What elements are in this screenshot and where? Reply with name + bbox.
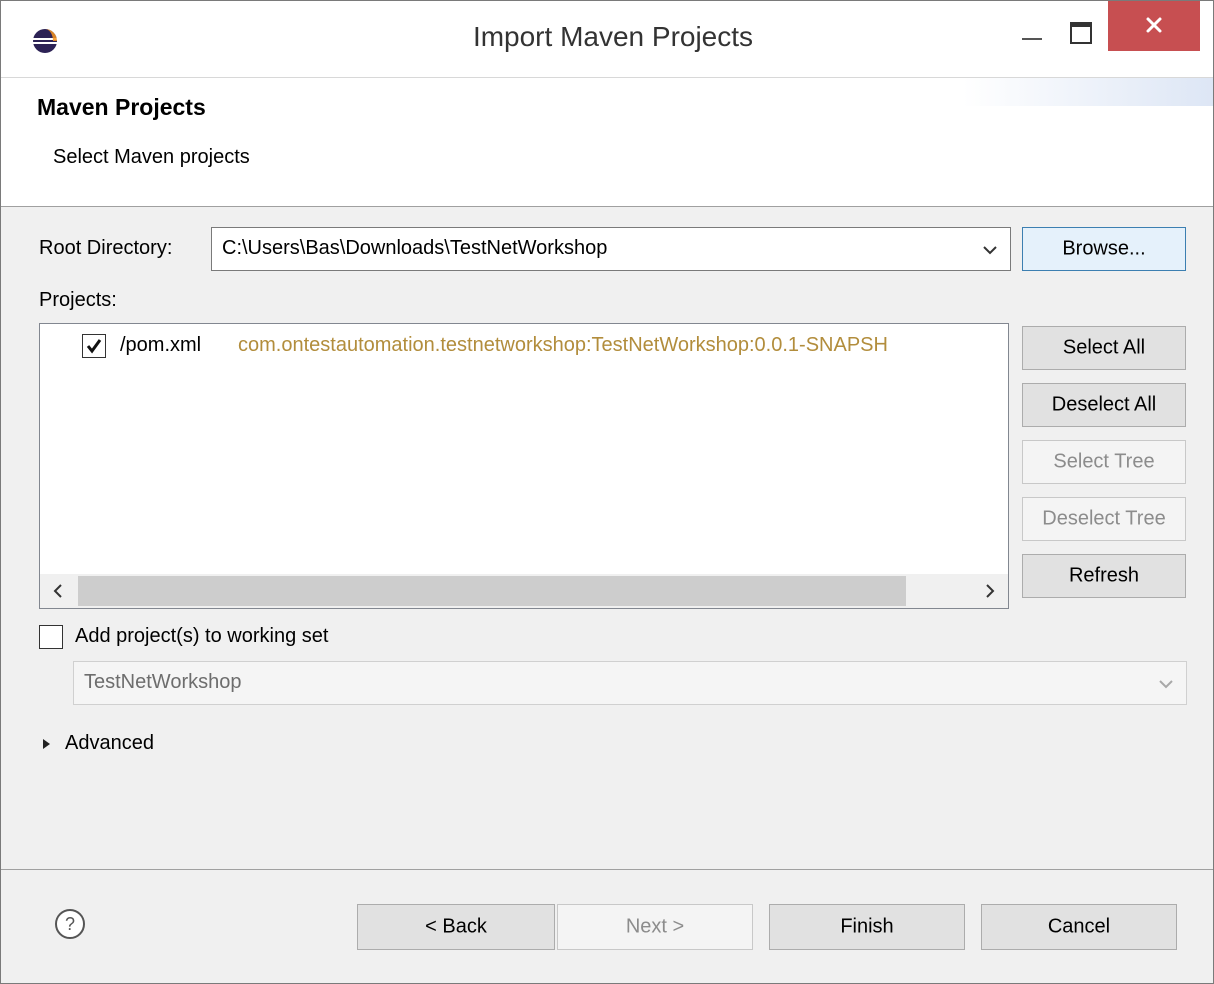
expand-triangle-icon[interactable] [41, 737, 53, 751]
next-label: Next > [625, 915, 685, 938]
root-directory-label: Root Directory: [39, 237, 173, 259]
deselect-tree-button[interactable]: Deselect Tree [1022, 497, 1186, 541]
deselect-tree-label: Deselect Tree [1042, 507, 1166, 530]
header-banner-graphic [963, 78, 1213, 106]
finish-button[interactable]: Finish [769, 904, 965, 950]
page-title: Maven Projects [37, 94, 206, 120]
refresh-label: Refresh [1068, 564, 1140, 587]
finish-label: Finish [840, 915, 894, 938]
next-button[interactable]: Next > [557, 904, 753, 950]
scroll-left-icon[interactable] [52, 583, 64, 599]
select-tree-label: Select Tree [1053, 450, 1155, 473]
svg-text:?: ? [65, 914, 75, 934]
project-name[interactable]: /pom.xml [120, 334, 201, 357]
wizard-header: Maven Projects Select Maven projects [1, 77, 1213, 207]
close-icon [1146, 17, 1162, 33]
working-set-combo[interactable]: TestNetWorkshop [73, 661, 1187, 705]
chevron-down-icon [1159, 680, 1173, 689]
import-maven-projects-dialog: Import Maven Projects Maven Projects Sel… [0, 0, 1214, 984]
working-set-checkbox[interactable] [39, 625, 63, 649]
root-directory-combo[interactable]: C:\Users\Bas\Downloads\TestNetWorkshop [211, 227, 1011, 271]
maximize-icon[interactable] [1061, 17, 1101, 51]
select-tree-button[interactable]: Select Tree [1022, 440, 1186, 484]
advanced-section-toggle[interactable]: Advanced [65, 732, 154, 755]
working-set-label[interactable]: Add project(s) to working set [75, 625, 328, 648]
projects-label: Projects: [39, 289, 117, 311]
checkmark-icon [86, 339, 102, 354]
back-button[interactable]: < Back [357, 904, 555, 950]
project-checkbox[interactable] [82, 334, 106, 358]
root-directory-value: C:\Users\Bas\Downloads\TestNetWorkshop [222, 237, 608, 259]
cancel-label: Cancel [1047, 915, 1111, 938]
help-icon[interactable]: ? [53, 907, 87, 941]
title-bar: Import Maven Projects [1, 1, 1213, 77]
select-all-label: Select All [1062, 336, 1146, 359]
select-all-button[interactable]: Select All [1022, 326, 1186, 370]
cancel-button[interactable]: Cancel [981, 904, 1177, 950]
projects-tree[interactable]: /pom.xml com.ontestautomation.testnetwor… [39, 323, 1009, 609]
close-window-button[interactable] [1108, 1, 1200, 51]
browse-button-label: Browse... [1062, 237, 1146, 260]
minimize-icon[interactable] [1013, 17, 1051, 51]
chevron-down-icon [983, 246, 997, 255]
page-description: Select Maven projects [53, 146, 250, 168]
horizontal-scrollbar[interactable] [40, 574, 1008, 608]
browse-button[interactable]: Browse... [1022, 227, 1186, 271]
refresh-button[interactable]: Refresh [1022, 554, 1186, 598]
footer-separator [1, 869, 1213, 870]
deselect-all-label: Deselect All [1051, 393, 1157, 416]
scroll-right-icon[interactable] [984, 583, 996, 599]
deselect-all-button[interactable]: Deselect All [1022, 383, 1186, 427]
scrollbar-thumb[interactable] [78, 576, 906, 606]
back-label: < Back [425, 915, 487, 938]
working-set-value: TestNetWorkshop [84, 671, 242, 693]
project-coordinates: com.ontestautomation.testnetworkshop:Tes… [238, 334, 888, 356]
